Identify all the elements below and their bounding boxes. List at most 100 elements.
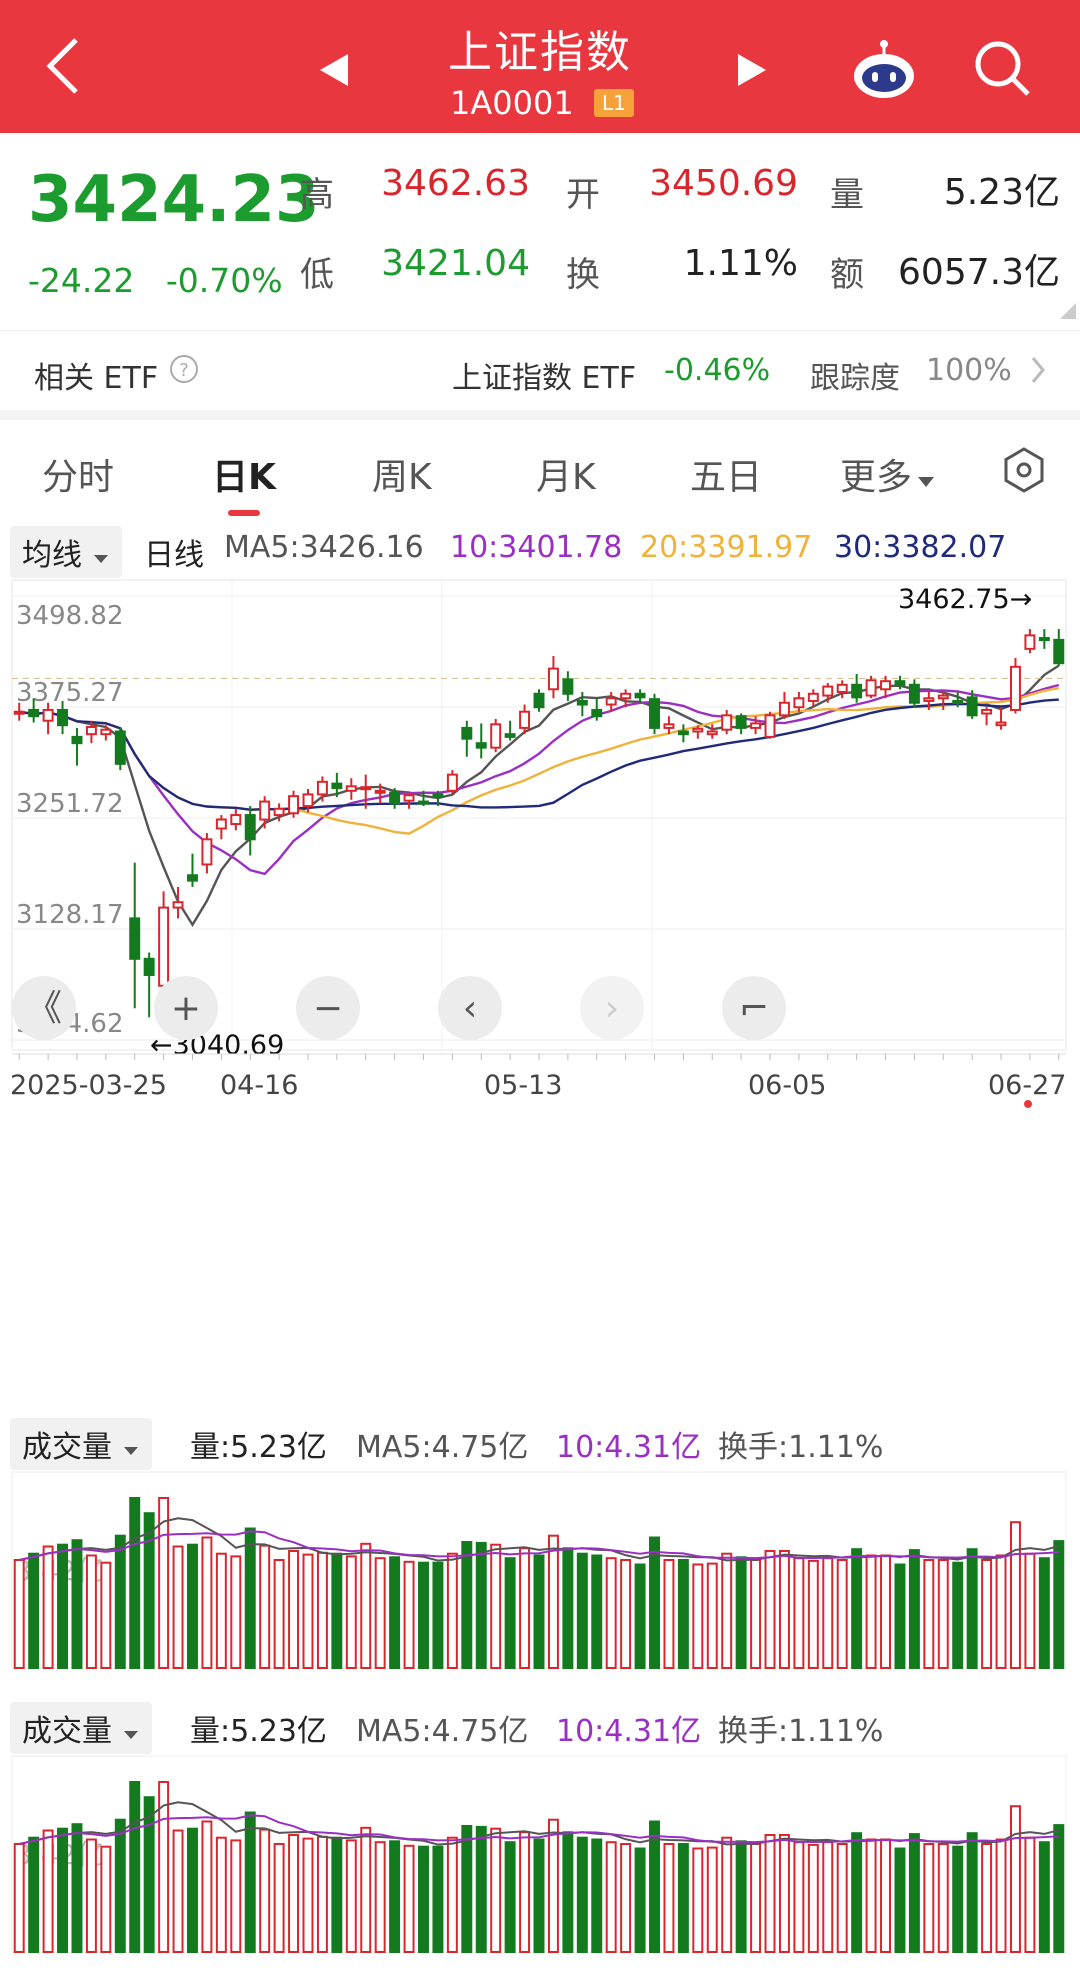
price-change: -24.22 -0.70% [28, 261, 283, 300]
search-icon[interactable] [972, 38, 1032, 98]
volume-bar [244, 1811, 256, 1953]
tracking-label: 跟踪度 [810, 361, 900, 396]
volume-bar [114, 1818, 126, 1953]
control-glyph: ‹ [463, 988, 477, 1029]
volume-bar [302, 1837, 314, 1953]
tab-monthly-k[interactable]: 月K [536, 448, 596, 500]
volume-bar [649, 1820, 660, 1953]
candle-body [42, 708, 54, 722]
volume-bar [215, 1552, 227, 1669]
volume-bar-chart-2[interactable]: 3.42亿 [0, 1754, 1080, 1960]
related-etf-row[interactable]: 相关 ETF ? 上证指数 ETF -0.46% 跟踪度 100% [0, 330, 1080, 411]
volume-bar [403, 1844, 415, 1953]
volume-bar [750, 1843, 762, 1953]
volume-bar [389, 1840, 401, 1953]
help-icon[interactable]: ? [168, 353, 200, 385]
volume-bar [807, 1559, 819, 1669]
volume-bar [114, 1534, 126, 1669]
candle-body [663, 723, 675, 729]
candle-body [778, 701, 790, 717]
fast-back-icon[interactable]: 《 [12, 976, 76, 1040]
candle [576, 691, 588, 717]
candle-body [114, 730, 126, 765]
candle-body [143, 957, 155, 976]
volume-bar [620, 1843, 632, 1953]
candle-body [187, 874, 198, 882]
volume-bar [677, 1559, 689, 1669]
volume-bar [1009, 1521, 1021, 1670]
candle [1009, 657, 1021, 714]
zoom-out-icon[interactable]: − [296, 976, 360, 1040]
next-stock-icon[interactable] [736, 52, 768, 88]
volume-bar [331, 1552, 343, 1669]
candle-body [591, 708, 603, 718]
candle-body [446, 773, 458, 792]
svg-text:?: ? [179, 360, 189, 381]
robot-assistant-icon[interactable] [848, 38, 920, 102]
chart-settings-icon[interactable] [1000, 446, 1048, 494]
x-tick-label: 06-05 [748, 1070, 826, 1101]
volume-bar-chart[interactable]: 3.42亿 [0, 1470, 1080, 1676]
candlestick-chart[interactable]: 3498.823375.273251.723128.173004.623462.… [0, 576, 1080, 1386]
candle-body [57, 708, 69, 727]
scroll-left-icon[interactable]: ‹ [438, 976, 502, 1040]
candle-body [85, 726, 97, 736]
tracking-value: 100% [926, 353, 1012, 388]
volume-bar [345, 1555, 357, 1669]
volume-bar [28, 1836, 40, 1953]
volume-bar [187, 1827, 198, 1953]
volume-bar [793, 1841, 805, 1953]
ma10-value: 10:3401.78 [450, 530, 623, 565]
volume-bar [71, 1539, 83, 1669]
high-value: 3462.63 [381, 163, 530, 204]
candle-body [1009, 665, 1021, 711]
volume-bar [591, 1554, 603, 1669]
tab-weekly-k[interactable]: 周K [372, 448, 432, 500]
volume-bar [316, 1835, 328, 1953]
tab-more[interactable]: 更多 [840, 448, 936, 500]
tab-daily-k[interactable]: 日K [212, 448, 276, 500]
ma30-value: 30:3382.07 [834, 530, 1007, 565]
volume-value: 5.23亿 [943, 172, 1060, 213]
tab-intraday[interactable]: 分时 [42, 448, 114, 500]
tab-five-day[interactable]: 五日 [690, 448, 762, 500]
volume-bar [403, 1560, 415, 1669]
candle [533, 689, 545, 712]
turnover-label: 换 [566, 255, 600, 295]
zoom-in-icon[interactable]: + [154, 976, 218, 1040]
candle [865, 675, 877, 699]
volume-bar [822, 1557, 834, 1669]
volume-bar [360, 1542, 372, 1669]
volume-bar [418, 1845, 429, 1953]
indicator-select[interactable]: 均线 [10, 526, 122, 578]
volume-bar [851, 1548, 863, 1669]
volume-bar [937, 1843, 949, 1953]
volume-bar [1009, 1805, 1021, 1954]
etf-label: 相关 ETF [34, 361, 159, 396]
candle-body [259, 800, 271, 821]
candle [158, 891, 170, 995]
volume-bar [57, 1827, 69, 1953]
candle [403, 792, 415, 809]
period-label: 日线 [144, 538, 204, 573]
volume-bar [1038, 1557, 1050, 1669]
volume-indicator-select-2[interactable]: 成交量 [10, 1702, 152, 1754]
volume-ma10-2: 10:4.31亿 [556, 1714, 702, 1749]
volume-bar [591, 1838, 603, 1953]
volume-bar [692, 1563, 704, 1669]
scroll-right-icon[interactable]: › [580, 976, 644, 1040]
volume-bar [778, 1550, 790, 1669]
candle-body [158, 906, 170, 987]
candle-body [894, 680, 906, 686]
volume-bar [360, 1826, 372, 1953]
candle [259, 796, 271, 829]
volume-indicator-select[interactable]: 成交量 [10, 1418, 152, 1470]
x-tick-label: 04-16 [220, 1070, 298, 1101]
candle [995, 707, 1007, 730]
fullscreen-icon[interactable]: ⌐ [722, 976, 786, 1040]
candle-body [865, 679, 877, 697]
control-glyph: 《 [26, 988, 62, 1029]
corner-expand-icon [1060, 303, 1076, 319]
candle [504, 720, 516, 741]
candle-body [504, 733, 516, 738]
